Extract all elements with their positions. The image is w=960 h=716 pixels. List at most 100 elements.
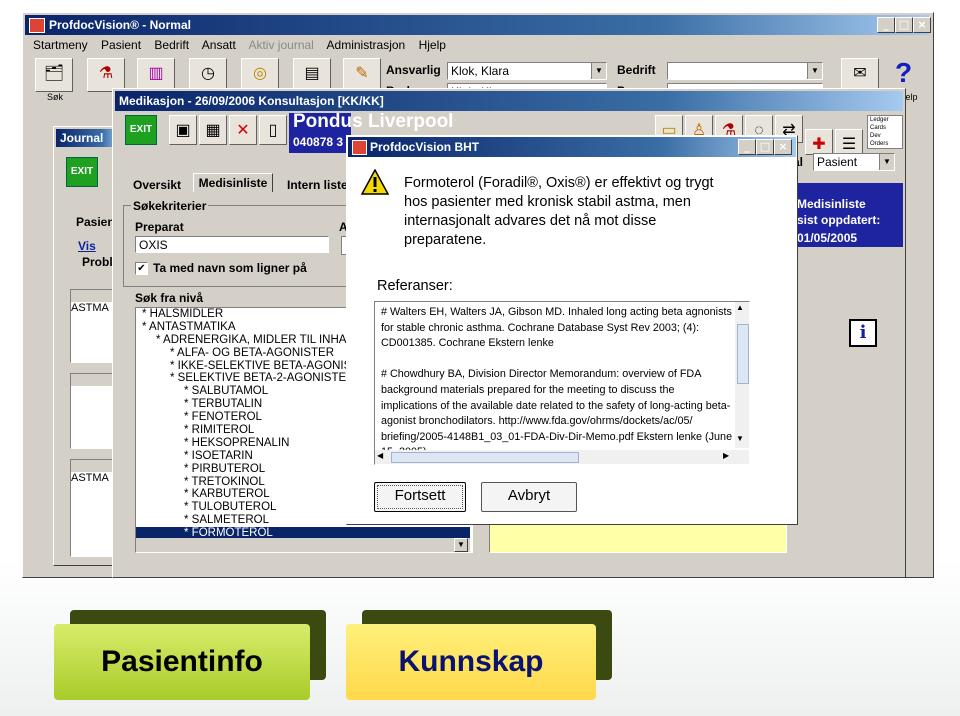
scroll-right-icon[interactable]: ▶ [723,451,729,460]
patient-name: Pondus Liverpool [293,111,454,132]
journal-problem-label: Probl [82,255,113,269]
patient-id: 040878 3 [293,135,344,149]
reference-line: for stable chronic asthma. Cochrane Data… [381,321,700,334]
bedrift-label: Bedrift [617,63,656,77]
chart-toolbar-icon[interactable]: ▥ [137,58,175,92]
preparat-input[interactable]: OXIS [135,236,329,253]
sok-fra-niva-label: Søk fra nivå [135,291,204,305]
reference-line: # Chowdhury BA, Division Director Memora… [381,368,702,381]
ta-med-label: Ta med navn som ligner på [153,261,307,275]
sist-oppdatert-label: sist oppdatert: [797,213,881,227]
journal-vis-label: Vis [78,239,96,253]
sokekriterier-label: Søkekriterier [131,199,209,213]
reference-line: implications of the available date relat… [381,399,731,412]
close-button[interactable]: × [913,17,931,33]
tab-intern-liste[interactable]: Intern liste [287,178,348,192]
scroll-up-icon[interactable]: ▲ [736,303,744,312]
chevron-down-icon[interactable]: ▼ [879,154,894,170]
medikasjon-title-bar: Medikasjon - 26/09/2006 Konsultasjon [KK… [115,91,903,111]
documents-toolbar-icon[interactable]: ▤ [293,58,331,92]
scroll-down-icon[interactable]: ▼ [736,434,744,443]
maximize-button[interactable]: □ [895,17,913,33]
clock-toolbar-icon[interactable]: ◷ [189,58,227,92]
pasient-combo-value: Pasient [817,155,858,169]
journal-tab-pasient[interactable]: Pasien [76,215,115,229]
fortsett-label: Fortsett [394,487,446,504]
references-vertical-scrollbar[interactable]: ▲ ▼ [735,302,749,448]
dialog-minimize-button[interactable]: _ [738,139,756,155]
ledger-line: Ledger [870,117,889,123]
ledger-legend: Ledger Cards Dev Orders [867,115,903,149]
medikasjon-exit-button[interactable]: EXIT [125,115,157,145]
menu-bedrift[interactable]: Bedrift [154,38,189,52]
menu-aktiv-journal[interactable]: Aktiv journal [248,38,313,52]
chevron-down-icon[interactable]: ▼ [591,63,606,79]
reference-line [381,352,733,368]
fortsett-button[interactable]: Fortsett [374,482,466,512]
medikasjon-title: Medikasjon - 26/09/2006 Konsultasjon [KK… [119,94,384,108]
uvs-toolbar-icon[interactable]: ⚗ [87,58,125,92]
kunnskap-button[interactable]: Kunnskap [346,624,596,700]
search-toolbar-label: Søk [47,92,64,102]
avbryt-button[interactable]: Avbryt [481,482,577,512]
scroll-hthumb[interactable] [391,452,579,463]
minimize-button[interactable]: _ [877,17,895,33]
dialog-title: ProfdocVision BHT [370,140,480,154]
main-title-bar: ProfdocVision® - Normal _ □ × [25,15,931,35]
coins-toolbar-icon[interactable]: ◎ [241,58,279,92]
menu-startmeny[interactable]: Startmeny [33,38,88,52]
notes-toolbar-icon[interactable]: ✉ [841,58,879,92]
list-icon[interactable]: ☰ [835,129,863,155]
ledger-line: Orders [870,141,889,147]
references-text: # Walters EH, Walters JA, Gibson MD. Inh… [381,305,733,461]
dialog-maximize-button[interactable]: □ [756,139,774,155]
print-icon[interactable]: ▦ [199,115,227,145]
pasientinfo-label: Pasientinfo [101,645,263,678]
tools-toolbar-icon[interactable]: ✎ [343,58,381,92]
scroll-left-icon[interactable]: ◀ [377,451,383,460]
medikasjon-exit-label: EXIT [129,124,153,135]
ansvarlig-value: Klok, Klara [451,64,510,78]
menu-ansatt[interactable]: Ansatt [202,38,236,52]
warning-dialog: ProfdocVision BHT _ □ × Formoterol (Fora… [346,135,798,525]
dialog-app-icon [352,140,367,155]
delete-icon[interactable]: ✕ [229,115,257,145]
kunnskap-label: Kunnskap [398,645,544,678]
dialog-close-button[interactable]: × [774,139,792,155]
references-horizontal-scrollbar[interactable]: ◀ ▶ [375,450,749,464]
search-toolbar-icon[interactable]: 🗂 [35,58,73,92]
journal-title: Journal [60,131,104,145]
ta-med-checkbox[interactable]: ✔ [135,262,148,275]
preparat-label: Preparat [135,220,184,234]
menu-bar: Startmeny Pasient Bedrift Ansatt Aktiv j… [33,38,913,54]
ledger-line: Dev [870,133,881,139]
pasientinfo-button[interactable]: Pasientinfo [54,624,310,700]
ledger-line: Cards [870,125,887,131]
ansvarlig-combo[interactable]: Klok, Klara ▼ [447,62,607,80]
menu-pasient[interactable]: Pasient [101,38,141,52]
preparat-value: OXIS [139,238,168,252]
avbryt-label: Avbryt [507,487,551,504]
tab-oversikt[interactable]: Oversikt [133,178,181,192]
scroll-thumb[interactable] [737,324,749,384]
journal-exit-button[interactable]: EXIT [66,157,98,187]
tab-medisinliste-label: Medisinliste [198,176,268,190]
journal-exit-label: EXIT [70,166,94,177]
info-icon[interactable]: i [849,319,877,347]
menu-administrasjon[interactable]: Administrasjon [327,38,406,52]
medisinliste-title: Medisinliste [797,197,866,211]
dialog-message: Formoterol (Foradil®, Oxis®) er effektiv… [404,175,714,248]
tree-horizontal-scrollbar[interactable]: ▼ [136,538,470,552]
medical-kit-icon[interactable]: ✚ [805,129,833,155]
menu-hjelp[interactable]: Hjelp [419,38,446,52]
help-icon[interactable]: ? [895,57,912,89]
tab-medisinliste[interactable]: Medisinliste [193,173,273,192]
chevron-down-icon[interactable]: ▼ [807,63,822,79]
references-box[interactable]: # Walters EH, Walters JA, Gibson MD. Inh… [374,301,750,465]
warning-icon [361,169,389,195]
new-document-icon[interactable]: ▯ [259,115,287,145]
chevron-down-icon[interactable]: ▼ [454,538,468,552]
bedrift-combo[interactable]: ▼ [667,62,823,80]
save-icon[interactable]: ▣ [169,115,197,145]
pasient-combo[interactable]: Pasient ▼ [813,153,895,171]
